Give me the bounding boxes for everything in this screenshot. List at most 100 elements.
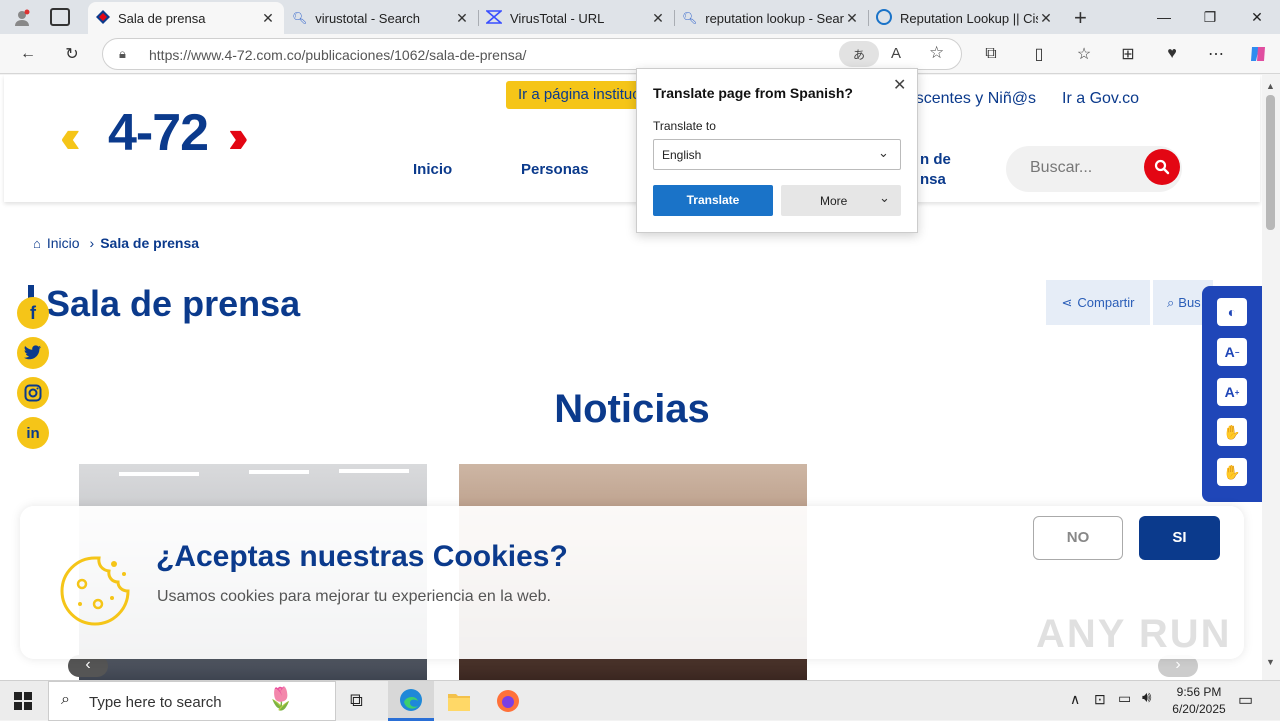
instagram-icon[interactable] <box>17 377 49 409</box>
linkedin-icon[interactable]: in <box>17 417 49 449</box>
close-window-button[interactable]: ✕ <box>1234 0 1280 34</box>
chevron-up-icon[interactable]: ∧ <box>1070 691 1080 708</box>
cookie-banner: ¿Aceptas nuestras Cookies? Usamos cookie… <box>20 506 1244 659</box>
translate-title: Translate page from Spanish? <box>653 85 853 101</box>
site-search-box[interactable]: Buscar... <box>1006 146 1182 192</box>
facebook-icon[interactable]: f <box>17 297 49 329</box>
tab-virustotal-search[interactable]: 🔍︎ virustotal - Search ✕ <box>284 2 478 34</box>
page-title: Sala de prensa <box>46 283 301 324</box>
chevron-down-icon: ⌄ <box>879 190 890 205</box>
tab-title: virustotal - Search <box>315 10 420 26</box>
close-icon[interactable]: ✕ <box>260 10 276 27</box>
network-icon[interactable]: ▭ <box>1118 690 1131 707</box>
taskbar-search-input[interactable]: Type here to search <box>89 694 222 711</box>
cookie-no-button[interactable]: NO <box>1033 516 1123 560</box>
tab-strip: Sala de prensa ✕ 🔍︎ virustotal - Search … <box>0 0 1280 34</box>
url-text: https://www.4-72.com.co/publicaciones/10… <box>149 47 527 63</box>
clock-date[interactable]: 6/20/2025 <box>1160 702 1238 716</box>
tab-cisco[interactable]: Reputation Lookup || Cisco ✕ <box>868 2 1062 34</box>
browser-essentials-icon[interactable]: ♥ <box>1158 40 1186 68</box>
collections-icon[interactable]: ⊞ <box>1114 40 1142 68</box>
twitter-icon[interactable] <box>17 337 49 369</box>
translate-icon[interactable]: あ <box>839 41 879 67</box>
sign-language-icon[interactable]: ✋ <box>1217 418 1247 446</box>
language-select[interactable]: English ⌄ <box>653 139 901 170</box>
translate-to-label: Translate to <box>653 119 716 133</box>
more-button[interactable]: More ⌄ <box>781 185 901 216</box>
back-button[interactable]: ← <box>14 40 42 68</box>
windows-start-icon[interactable] <box>14 692 32 715</box>
institutional-page-link[interactable]: Ir a página institucional <box>506 81 642 109</box>
site-search-input[interactable]: Buscar... <box>1030 159 1092 177</box>
adolescentes-label: Adolescentes y Niñ@s <box>906 90 1036 107</box>
tab-actions-icon[interactable] <box>50 8 70 26</box>
tab-virustotal-url[interactable]: VirusTotal - URL ✕ <box>478 2 674 34</box>
close-icon[interactable]: ✕ <box>844 10 860 27</box>
scroll-thumb[interactable] <box>1266 95 1275 230</box>
accessibility-panel: ◐ A − A + ✋ ✋ <box>1202 286 1262 502</box>
breadcrumb: ⌂ Inicio › Sala de prensa <box>33 235 199 251</box>
decrease-font-icon[interactable]: A − <box>1217 338 1247 366</box>
breadcrumb-home-link[interactable]: Inicio <box>47 235 80 251</box>
settings-more-icon[interactable]: ⋯ <box>1202 40 1230 68</box>
search-icon: ⌕ <box>1167 294 1175 310</box>
more-label: More <box>820 194 848 208</box>
new-tab-button[interactable]: + <box>1074 5 1087 31</box>
page-scrollbar[interactable]: ▲ ▼ <box>1262 75 1280 680</box>
nav-sala-prensa-partial-line2[interactable]: nsa <box>920 171 946 188</box>
tab-title: Reputation Lookup || Cisco <box>900 10 1038 26</box>
virustotal-icon <box>484 9 504 28</box>
favorite-star-icon[interactable]: ☆ <box>929 43 944 63</box>
search-icon <box>1154 159 1170 175</box>
adolescentes-link[interactable]: Adolescentes y Niñ@s <box>906 90 1036 108</box>
restore-button[interactable]: ❐ <box>1187 0 1233 34</box>
tab-reputation-search[interactable]: 🔍︎ reputation lookup - Search ✕ <box>674 2 868 34</box>
close-icon[interactable]: ✕ <box>454 10 470 27</box>
tab-sala-de-prensa[interactable]: Sala de prensa ✕ <box>88 2 284 34</box>
sign-language-icon-2[interactable]: ✋ <box>1217 458 1247 486</box>
site-search-button[interactable] <box>1144 149 1180 185</box>
volume-icon[interactable]: 🔊︎ <box>1142 689 1151 706</box>
close-icon[interactable]: ✕ <box>1038 10 1054 27</box>
clock-time[interactable]: 9:56 PM <box>1160 685 1238 699</box>
nav-personas[interactable]: Personas <box>521 161 589 178</box>
scroll-down-arrow[interactable]: ▼ <box>1266 657 1275 667</box>
share-button[interactable]: ⋖ Compartir <box>1046 280 1150 325</box>
windows-taskbar: ⌕ Type here to search 🌷 ⧉ ∧ ⊡ ▭ 🔊︎ 9:56 … <box>0 680 1280 721</box>
taskbar-search-box[interactable]: ⌕ Type here to search 🌷 <box>48 681 336 721</box>
search-icon: ⌕ <box>61 691 70 708</box>
cookie-yes-button[interactable]: SI <box>1139 516 1220 560</box>
file-explorer-icon[interactable] <box>448 691 470 716</box>
favorites-icon[interactable]: ☆ <box>1070 40 1098 68</box>
breadcrumb-current: Sala de prensa <box>100 235 200 251</box>
nav-inicio[interactable]: Inicio <box>413 161 452 178</box>
edge-taskbar-icon[interactable] <box>388 681 434 721</box>
logo-right-chevrons-icon: ›› <box>228 110 248 162</box>
lock-icon[interactable]: 🔒︎ <box>119 46 126 62</box>
read-aloud-icon[interactable]: A <box>891 45 901 62</box>
translate-button[interactable]: Translate <box>653 185 773 216</box>
search-icon: 🔍︎ <box>292 11 308 25</box>
profile-icon[interactable] <box>10 6 34 30</box>
scroll-up-arrow[interactable]: ▲ <box>1266 81 1275 91</box>
system-tray-icon[interactable]: ⊡ <box>1094 691 1106 708</box>
close-icon[interactable]: ✕ <box>893 75 906 95</box>
copilot-icon[interactable] <box>1244 40 1272 68</box>
refresh-button[interactable]: ↻ <box>58 40 86 68</box>
cisco-icon <box>876 8 892 28</box>
gov-co-link[interactable]: Ir a Gov.co <box>1062 90 1139 108</box>
address-bar[interactable]: 🔒︎ https://www.4-72.com.co/publicaciones… <box>102 38 962 70</box>
extensions-icon[interactable]: ⧉ <box>977 40 1005 68</box>
split-screen-icon[interactable]: ▯ <box>1025 40 1053 68</box>
chevron-down-icon: ⌄ <box>878 145 889 160</box>
contrast-icon[interactable]: ◐ <box>1217 298 1247 326</box>
nav-sala-prensa-partial-line1[interactable]: n de <box>920 151 951 168</box>
task-view-icon[interactable]: ⧉ <box>350 690 363 711</box>
site-logo[interactable]: ‹‹ 4-72 ›› <box>60 104 274 162</box>
increase-font-icon[interactable]: A + <box>1217 378 1247 406</box>
firefox-icon[interactable] <box>496 689 520 718</box>
minimize-button[interactable]: — <box>1141 0 1187 34</box>
close-icon[interactable]: ✕ <box>650 10 666 27</box>
share-icon: ⋖ <box>1061 294 1073 310</box>
notifications-icon[interactable]: ▭ <box>1238 690 1253 710</box>
